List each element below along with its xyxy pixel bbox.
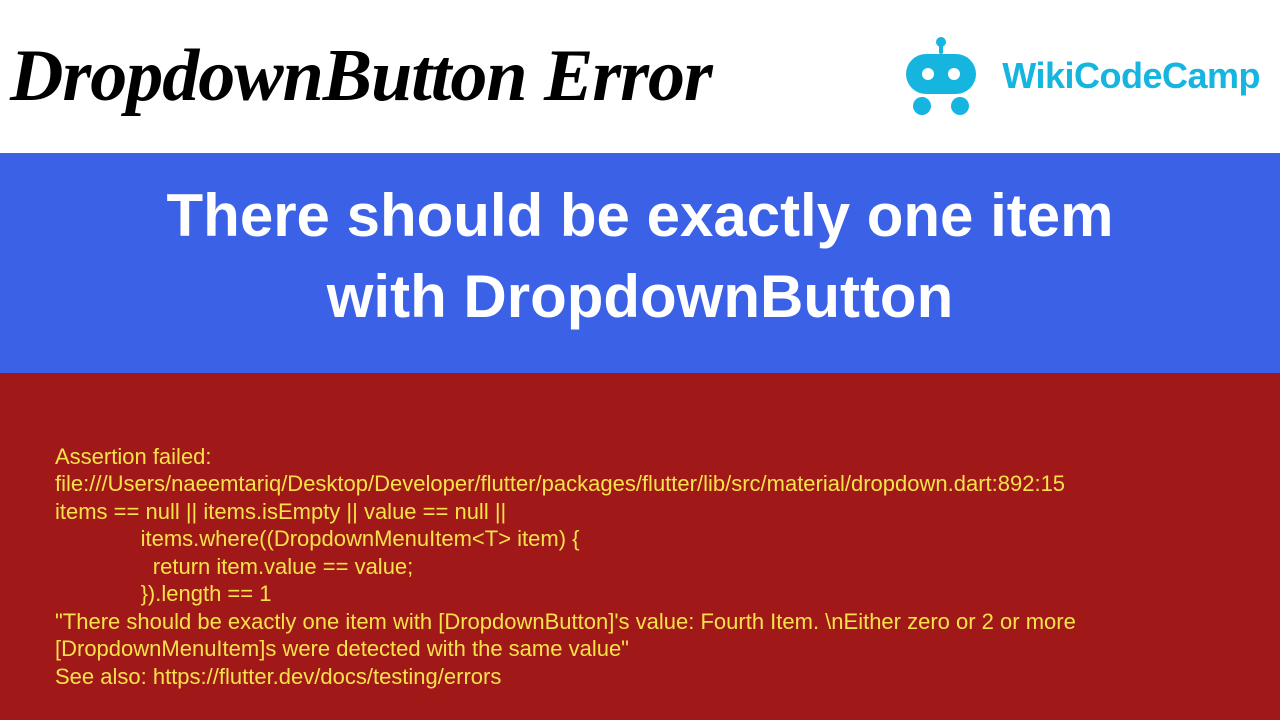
page-title: DropdownButton Error bbox=[10, 34, 862, 119]
header: DropdownButton Error bbox=[0, 0, 1280, 153]
banner-line-2: with DropdownButton bbox=[20, 256, 1260, 337]
error-panel: Assertion failed: file:///Users/naeemtar… bbox=[0, 373, 1280, 720]
brand: WikiCodeCamp bbox=[892, 36, 1260, 116]
brand-name: WikiCodeCamp bbox=[1002, 55, 1260, 97]
banner-line-1: There should be exactly one item bbox=[20, 175, 1260, 256]
banner: There should be exactly one item with Dr… bbox=[0, 153, 1280, 373]
page: DropdownButton Error bbox=[0, 0, 1280, 720]
robot-logo-icon bbox=[892, 36, 990, 116]
error-text: Assertion failed: file:///Users/naeemtar… bbox=[55, 444, 1082, 689]
